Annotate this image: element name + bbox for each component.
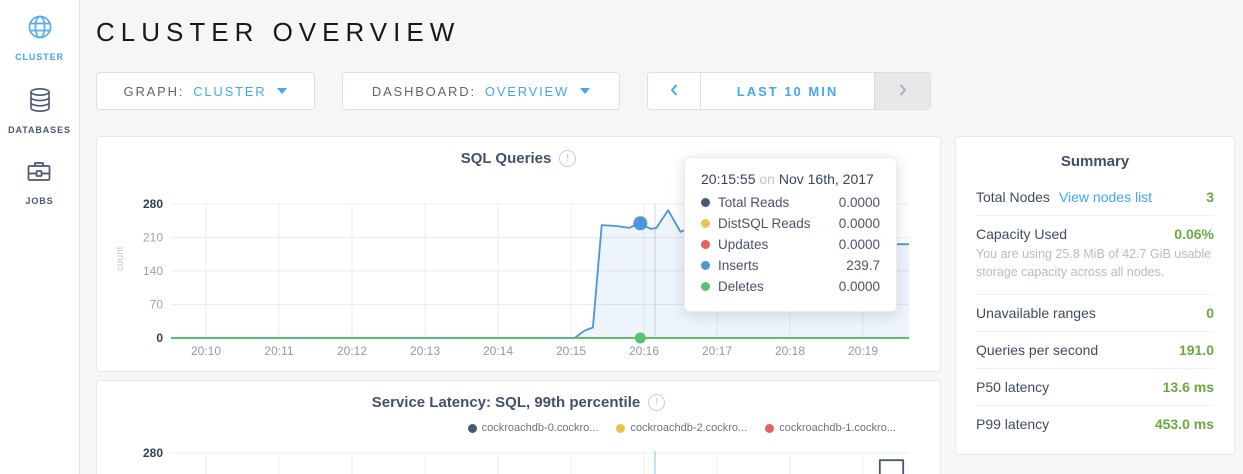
- dashboard-dropdown-value: OVERVIEW: [485, 84, 569, 99]
- tooltip-row: Updates 0.0000: [701, 237, 880, 252]
- graph-dropdown[interactable]: GRAPH: CLUSTER: [96, 72, 315, 110]
- series-dot: [765, 424, 774, 433]
- database-icon: [27, 86, 53, 119]
- page-title: CLUSTER OVERVIEW: [96, 17, 460, 48]
- svg-text:20:17: 20:17: [702, 344, 732, 358]
- tooltip-header: 20:15:55 on Nov 16th, 2017: [701, 171, 880, 187]
- svg-text:20:18: 20:18: [775, 344, 805, 358]
- svg-text:70: 70: [150, 298, 164, 312]
- svg-text:20:13: 20:13: [410, 344, 440, 358]
- sidebar-item-databases[interactable]: DATABASES: [8, 86, 71, 135]
- time-range-label[interactable]: LAST 10 MIN: [701, 73, 874, 109]
- total-nodes-value: 3: [1206, 189, 1214, 205]
- sidebar-item-label: DATABASES: [8, 125, 71, 135]
- summary-row-total-nodes: Total Nodes View nodes list 3: [976, 179, 1214, 215]
- tooltip-row: DistSQL Reads 0.0000: [701, 216, 880, 231]
- svg-text:210: 210: [143, 231, 163, 245]
- svg-text:280: 280: [143, 197, 163, 211]
- dashboard-dropdown-label: DASHBOARD:: [372, 84, 476, 99]
- chart-tooltip: 20:15:55 on Nov 16th, 2017 Total Reads 0…: [684, 157, 897, 312]
- svg-text:0: 0: [156, 331, 163, 345]
- chart-legend: cockroachdb-0.cockro... cockroachdb-2.co…: [468, 422, 896, 434]
- chart-title: SQL Queries: [461, 150, 552, 167]
- svg-text:20:12: 20:12: [337, 344, 367, 358]
- chevron-down-icon: [277, 88, 287, 94]
- info-icon[interactable]: [648, 394, 665, 411]
- sql-queries-chart-card: SQL Queries 0 70 140 210 280 20:10 20:11 20:12 2…: [96, 136, 941, 372]
- summary-row-p50: P50 latency 13.6 ms: [976, 368, 1214, 405]
- tooltip-row: Total Reads 0.0000: [701, 195, 880, 210]
- svg-text:20:14: 20:14: [483, 344, 513, 358]
- tooltip-row: Inserts 239.7: [701, 258, 880, 273]
- sidebar-item-jobs[interactable]: JOBS: [25, 159, 53, 206]
- capacity-subtext: You are using 25.8 MiB of 42.7 GiB usabl…: [976, 246, 1214, 282]
- svg-text:20:10: 20:10: [191, 344, 221, 358]
- series-dot: [701, 282, 710, 291]
- graph-dropdown-value: CLUSTER: [193, 84, 266, 99]
- series-dot: [468, 424, 477, 433]
- tooltip-row: Deletes 0.0000: [701, 279, 880, 294]
- time-next-button[interactable]: [874, 73, 930, 109]
- summary-row-p99: P99 latency 453.0 ms: [976, 405, 1214, 442]
- app-root: CLUSTER DATABASES JOBS C: [0, 0, 1243, 474]
- svg-text:280: 280: [143, 446, 163, 460]
- chevron-left-icon: [669, 83, 679, 100]
- capacity-value: 0.06%: [1174, 226, 1214, 242]
- sidebar: CLUSTER DATABASES JOBS: [0, 0, 80, 474]
- legend-item[interactable]: cockroachdb-0.cockro...: [468, 422, 599, 434]
- chevron-right-icon: [898, 83, 908, 100]
- legend-item[interactable]: cockroachdb-1.cockro...: [765, 422, 896, 434]
- svg-text:count: count: [115, 246, 126, 271]
- sidebar-item-cluster[interactable]: CLUSTER: [15, 13, 64, 62]
- view-nodes-link[interactable]: View nodes list: [1059, 189, 1152, 205]
- chevron-down-icon: [580, 88, 590, 94]
- svg-text:140: 140: [143, 264, 163, 278]
- summary-row-qps: Queries per second 191.0: [976, 331, 1214, 368]
- series-dot: [701, 198, 710, 207]
- summary-row-unavailable-ranges: Unavailable ranges 0: [976, 294, 1214, 331]
- series-dot: [701, 219, 710, 228]
- series-dot: [701, 240, 710, 249]
- legend-item[interactable]: cockroachdb-2.cockro...: [616, 422, 747, 434]
- time-range-selector: LAST 10 MIN: [647, 72, 931, 110]
- dashboard-dropdown[interactable]: DASHBOARD: OVERVIEW: [342, 72, 620, 110]
- summary-panel: Summary Total Nodes View nodes list 3 Ca…: [955, 136, 1235, 455]
- sidebar-item-label: CLUSTER: [15, 52, 64, 62]
- series-dot: [616, 424, 625, 433]
- chart-title: Service Latency: SQL, 99th percentile: [372, 394, 640, 411]
- series-dot: [701, 261, 710, 270]
- info-icon[interactable]: [559, 150, 576, 167]
- time-prev-button[interactable]: [648, 73, 701, 109]
- svg-text:20:15: 20:15: [556, 344, 586, 358]
- summary-row-capacity: Capacity Used 0.06% You are using 25.8 M…: [976, 215, 1214, 294]
- globe-icon: [26, 13, 54, 46]
- sidebar-item-label: JOBS: [25, 196, 53, 206]
- svg-text:20:11: 20:11: [264, 344, 293, 358]
- latency-chart-card: Service Latency: SQL, 99th percentile co…: [96, 380, 941, 474]
- briefcase-icon: [25, 159, 53, 190]
- svg-text:20:16: 20:16: [629, 344, 659, 358]
- graph-dropdown-label: GRAPH:: [124, 84, 185, 99]
- summary-title: Summary: [976, 153, 1214, 170]
- svg-text:20:19: 20:19: [848, 344, 878, 358]
